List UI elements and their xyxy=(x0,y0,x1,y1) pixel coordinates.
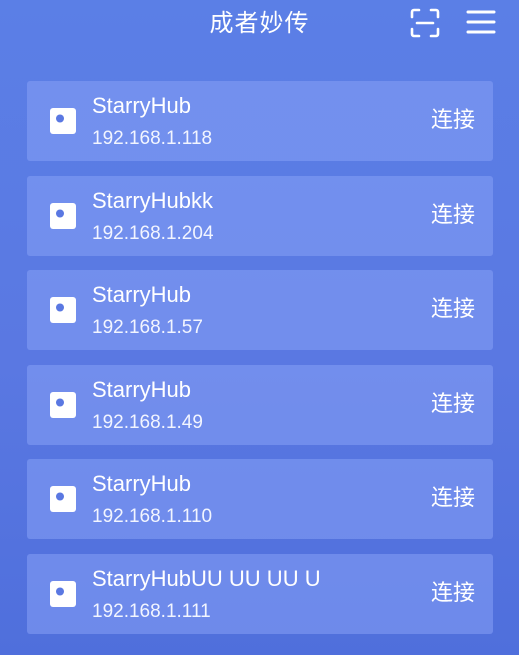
device-name: StarryHub xyxy=(92,282,192,308)
device-ip: 192.168.1.111 xyxy=(92,600,211,622)
menu-icon xyxy=(466,10,496,34)
menu-button[interactable] xyxy=(465,7,497,39)
device-name: StarryHubkk xyxy=(92,187,214,213)
connect-button[interactable]: 连接 xyxy=(431,106,475,136)
device-name: StarryHub xyxy=(92,471,192,497)
device-card: StarryHub 192.168.1.118 连接 xyxy=(27,81,493,161)
device-icon xyxy=(50,391,76,418)
device-icon xyxy=(50,297,76,324)
device-card: StarryHubkk 192.168.1.204 连接 xyxy=(27,175,493,256)
device-ip: 192.168.1.118 xyxy=(92,128,213,149)
device-card: StarryHub 192.168.1.57 连接 xyxy=(27,270,493,351)
device-icon xyxy=(50,108,76,134)
connect-button[interactable]: 连接 xyxy=(431,579,475,609)
device-list: StarryHub 192.168.1.118 连接 StarryHubkk 1… xyxy=(27,81,493,649)
device-ip: 192.168.1.204 xyxy=(92,222,214,244)
device-ip: 192.168.1.57 xyxy=(92,317,203,339)
scan-button[interactable] xyxy=(408,7,442,39)
device-name: StarryHub xyxy=(92,376,192,402)
device-icon xyxy=(50,486,76,513)
device-card: StarryHubUU UU UU U 192.168.1.111 连接 xyxy=(27,553,493,634)
device-card: StarryHub 192.168.1.49 连接 xyxy=(27,364,493,445)
connect-button[interactable]: 连接 xyxy=(431,484,475,514)
device-icon xyxy=(50,580,76,607)
device-icon xyxy=(50,202,76,229)
device-card: StarryHub 192.168.1.110 连接 xyxy=(27,459,493,540)
scan-icon xyxy=(410,8,440,38)
connect-button[interactable]: 连接 xyxy=(431,295,475,325)
device-name: StarryHub xyxy=(92,93,192,118)
connect-button[interactable]: 连接 xyxy=(431,201,475,231)
connect-button[interactable]: 连接 xyxy=(431,390,475,420)
device-name: StarryHubUU UU UU U xyxy=(92,565,321,591)
device-ip: 192.168.1.110 xyxy=(92,506,213,528)
top-bar: 成者妙传 xyxy=(0,0,519,60)
device-ip: 192.168.1.49 xyxy=(92,411,203,433)
